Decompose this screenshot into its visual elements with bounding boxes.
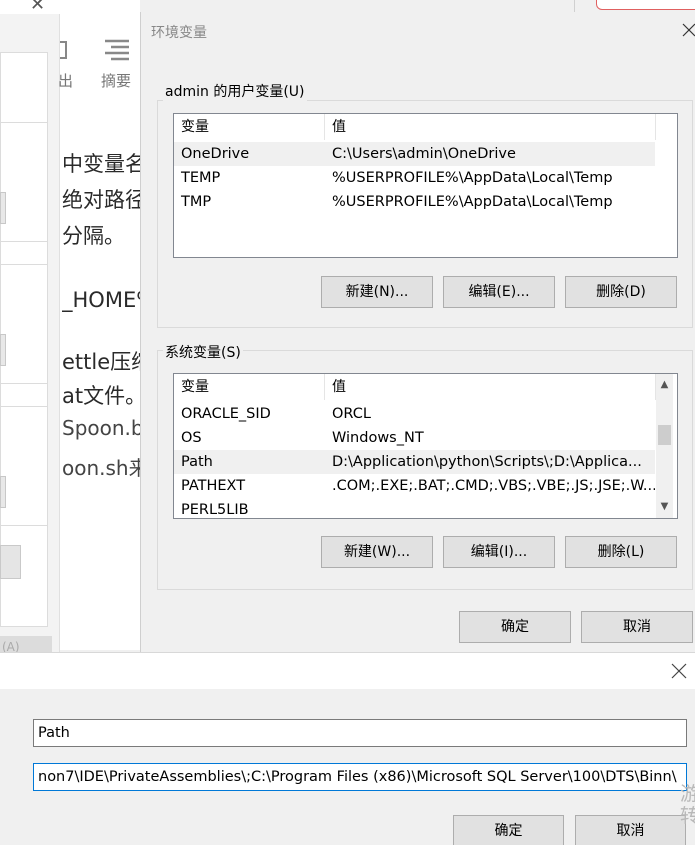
- cancel-button[interactable]: 取消: [581, 611, 693, 643]
- table-row[interactable]: PERL5LIB: [174, 498, 655, 518]
- table-row[interactable]: ORACLE_SID ORCL: [174, 402, 655, 426]
- var-value: .COM;.EXE;.BAT;.CMD;.VBS;.VBE;.JS;.JSE;.…: [332, 478, 655, 494]
- background-bar: (A): [0, 636, 52, 654]
- close-icon[interactable]: [668, 660, 690, 682]
- system-edit-button[interactable]: 编辑(I)...: [443, 536, 555, 568]
- list-header: 变量 值: [174, 374, 656, 400]
- ok-button[interactable]: 确定: [459, 611, 571, 643]
- table-row[interactable]: OneDrive C:\Users\admin\OneDrive: [174, 142, 655, 166]
- background-box: [596, 0, 695, 10]
- background-text-line: at文件。: [62, 384, 140, 408]
- var-value-input[interactable]: non7\IDE\PrivateAssemblies\;C:\Program F…: [33, 763, 687, 791]
- summary-icon: [105, 39, 129, 61]
- dialog-title: 环境变量: [151, 25, 207, 41]
- user-new-button[interactable]: 新建(N)...: [321, 276, 433, 308]
- var-name: TEMP: [181, 170, 221, 186]
- close-icon[interactable]: [679, 20, 695, 40]
- var-value: Windows_NT: [332, 430, 424, 446]
- export-icon: [60, 41, 67, 59]
- scroll-up-icon[interactable]: ▲: [656, 376, 673, 393]
- scroll-thumb[interactable]: [658, 425, 671, 445]
- column-header-value[interactable]: 值: [325, 374, 656, 400]
- edit-cancel-button[interactable]: 取消: [575, 815, 686, 845]
- var-name-input[interactable]: Path: [33, 719, 687, 747]
- background-text-line: 绝对路径: [62, 188, 140, 212]
- background-button: [0, 192, 6, 224]
- column-header-value[interactable]: 值: [325, 114, 656, 140]
- list-header: 变量 值: [174, 114, 656, 140]
- system-vars-group-label: 系统变量(S): [163, 342, 243, 362]
- background-text-line: 中变量名: [62, 152, 140, 176]
- toolbar-label: 出: [58, 72, 74, 90]
- user-vars-group-label: admin 的用户变量(U): [163, 81, 307, 101]
- column-header-variable[interactable]: 变量: [174, 374, 325, 400]
- table-row[interactable]: TEMP %USERPROFILE%\AppData\Local\Temp: [174, 166, 655, 190]
- background-text-line: Spoon.b: [62, 416, 140, 440]
- system-delete-button[interactable]: 删除(L): [565, 536, 677, 568]
- edit-ok-button[interactable]: 确定: [453, 815, 564, 845]
- background-button: [0, 334, 6, 366]
- var-name: OneDrive: [181, 146, 250, 162]
- var-name: OS: [181, 430, 202, 446]
- var-value: C:\Users\admin\OneDrive: [332, 146, 516, 162]
- watermark-text: 游转: [680, 783, 695, 827]
- background-card: [0, 264, 48, 384]
- edit-variable-dialog: Path non7\IDE\PrivateAssemblies\;C:\Prog…: [0, 652, 695, 845]
- var-name: PATHEXT: [181, 478, 246, 494]
- background-text-line: 分隔。: [62, 224, 125, 248]
- var-value: D:\Application\python\Scripts\;D:\Applic…: [332, 454, 642, 470]
- table-row[interactable]: TMP %USERPROFILE%\AppData\Local\Temp: [174, 190, 655, 214]
- background-close-icon: ✕: [30, 0, 46, 15]
- user-delete-button[interactable]: 删除(D): [565, 276, 677, 308]
- env-variables-dialog: 环境变量 admin 的用户变量(U) 变量 值 OneDrive C:\Use…: [140, 12, 695, 652]
- table-row[interactable]: PATHEXT .COM;.EXE;.BAT;.CMD;.VBS;.VBE;.J…: [174, 474, 655, 498]
- user-vars-list[interactable]: 变量 值 OneDrive C:\Users\admin\OneDrive TE…: [173, 113, 678, 258]
- background-text-line: _HOME%: [62, 288, 140, 312]
- var-name: Path: [181, 454, 213, 470]
- background-card: [0, 406, 48, 526]
- system-vars-scrollbar[interactable]: ▲ ▼: [656, 374, 673, 518]
- toolbar-label-summary: 摘要: [101, 72, 132, 90]
- background-button: [0, 545, 21, 579]
- column-header-variable[interactable]: 变量: [174, 114, 325, 140]
- var-name: PERL5LIB: [181, 502, 249, 518]
- table-row[interactable]: Path D:\Application\python\Scripts\;D:\A…: [174, 450, 655, 474]
- background-text-line: oon.sh来: [62, 456, 140, 480]
- system-vars-list[interactable]: 变量 值 ORACLE_SID ORCL OS Windows_NT Path …: [173, 373, 678, 519]
- var-value: ORCL: [332, 406, 371, 422]
- var-value: %USERPROFILE%\AppData\Local\Temp: [332, 170, 613, 186]
- user-edit-button[interactable]: 编辑(E)...: [443, 276, 555, 308]
- background-text-line: ettle压缩: [62, 350, 140, 374]
- edit-dialog-titlebar: [0, 653, 695, 689]
- var-value: %USERPROFILE%\AppData\Local\Temp: [332, 194, 613, 210]
- background-card: [0, 122, 48, 242]
- var-name: ORACLE_SID: [181, 406, 271, 422]
- background-divider: [574, 0, 575, 12]
- background-button: [0, 476, 6, 508]
- system-new-button[interactable]: 新建(W)...: [321, 536, 433, 568]
- scroll-down-icon[interactable]: ▼: [656, 498, 673, 515]
- var-name: TMP: [181, 194, 212, 210]
- table-row[interactable]: OS Windows_NT: [174, 426, 655, 450]
